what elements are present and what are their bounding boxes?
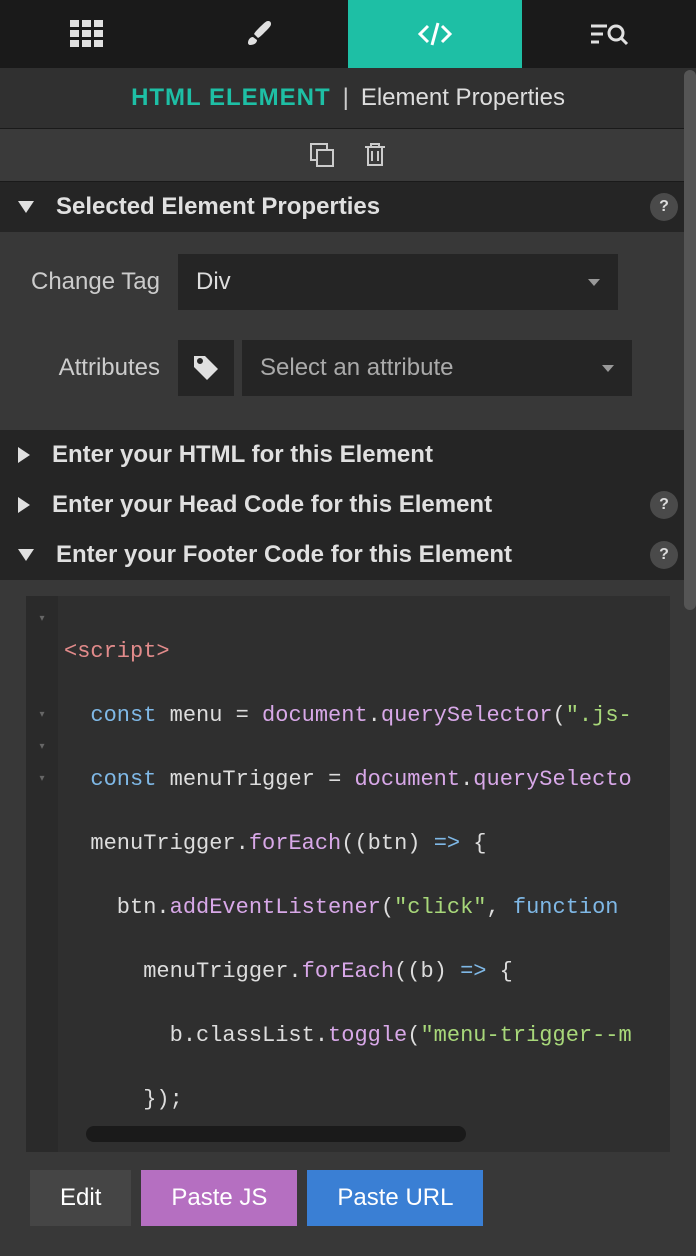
- paste-url-button[interactable]: Paste URL: [307, 1170, 483, 1226]
- section-title: Enter your Footer Code for this Element: [56, 541, 512, 569]
- properties-panel: Change Tag Div Attributes Select an attr…: [0, 232, 696, 430]
- help-button[interactable]: ?: [650, 491, 678, 519]
- search-list-icon: [589, 20, 629, 48]
- attributes-label: Attributes: [20, 354, 178, 382]
- duplicate-button[interactable]: [309, 142, 335, 168]
- code-content: <script> const menu = document.querySele…: [58, 596, 632, 1152]
- chevron-right-icon: [18, 497, 30, 513]
- chevron-down-icon: [588, 279, 600, 286]
- tag-icon-button[interactable]: [178, 340, 234, 396]
- chevron-down-icon: [18, 549, 34, 561]
- section-title: Selected Element Properties: [56, 193, 380, 221]
- help-button[interactable]: ?: [650, 541, 678, 569]
- change-tag-label: Change Tag: [20, 268, 178, 296]
- chevron-down-icon: [18, 201, 34, 213]
- tab-grid[interactable]: [0, 0, 174, 68]
- edit-button[interactable]: Edit: [30, 1170, 131, 1226]
- trash-icon: [363, 141, 387, 169]
- grid-icon: [70, 20, 104, 48]
- breadcrumb-main[interactable]: HTML ELEMENT: [131, 84, 331, 112]
- vertical-scrollbar[interactable]: [684, 70, 696, 610]
- tag-icon: [192, 354, 220, 382]
- section-html[interactable]: Enter your HTML for this Element: [0, 430, 696, 480]
- breadcrumb: HTML ELEMENT | Element Properties: [0, 68, 696, 128]
- tab-style[interactable]: [174, 0, 348, 68]
- copy-icon: [309, 142, 335, 168]
- chevron-down-icon: [602, 365, 614, 372]
- code-editor[interactable]: ▾ ▾ ▾ ▾ <script> const menu = document.q…: [26, 596, 670, 1152]
- brush-icon: [246, 19, 276, 49]
- delete-button[interactable]: [363, 141, 387, 169]
- breadcrumb-separator: |: [343, 84, 349, 112]
- section-head-code[interactable]: Enter your Head Code for this Element ?: [0, 480, 696, 530]
- code-icon: [417, 20, 453, 48]
- paste-js-button[interactable]: Paste JS: [141, 1170, 297, 1226]
- action-bar: [0, 128, 696, 182]
- code-gutter: ▾ ▾ ▾ ▾: [26, 596, 58, 1152]
- tab-search[interactable]: [522, 0, 696, 68]
- help-button[interactable]: ?: [650, 193, 678, 221]
- chevron-right-icon: [18, 447, 30, 463]
- top-tab-bar: [0, 0, 696, 68]
- change-tag-value: Div: [196, 268, 231, 296]
- breadcrumb-sub: Element Properties: [361, 84, 565, 112]
- section-properties[interactable]: Selected Element Properties ?: [0, 182, 696, 232]
- horizontal-scrollbar[interactable]: [86, 1126, 466, 1142]
- button-row: Edit Paste JS Paste URL: [0, 1152, 696, 1256]
- section-title: Enter your Head Code for this Element: [52, 491, 492, 519]
- attribute-placeholder: Select an attribute: [260, 354, 453, 382]
- change-tag-select[interactable]: Div: [178, 254, 618, 310]
- attribute-select[interactable]: Select an attribute: [242, 340, 632, 396]
- section-footer-code[interactable]: Enter your Footer Code for this Element …: [0, 530, 696, 580]
- tab-code[interactable]: [348, 0, 522, 68]
- section-title: Enter your HTML for this Element: [52, 441, 433, 469]
